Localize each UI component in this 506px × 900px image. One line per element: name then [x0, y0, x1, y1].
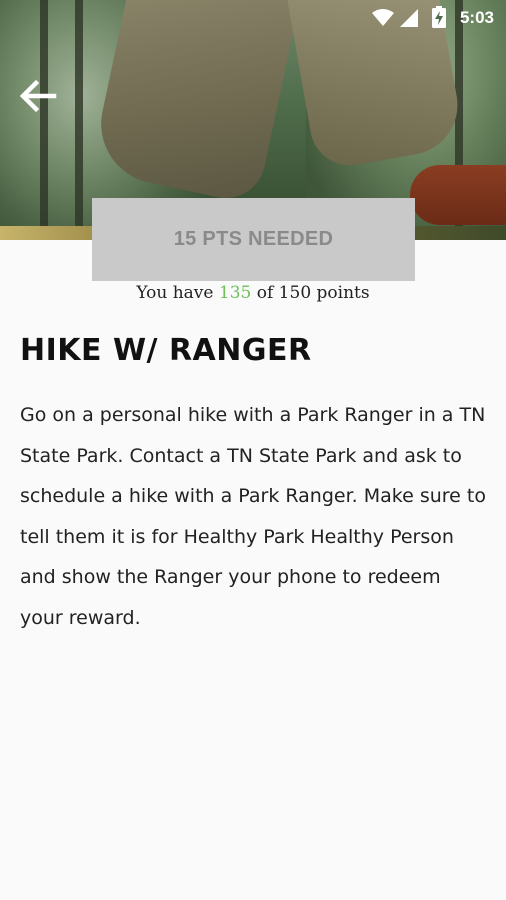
- reward-description: Go on a personal hike with a Park Ranger…: [20, 404, 486, 629]
- status-time: 5:03: [459, 8, 494, 27]
- arrow-left-icon: [19, 79, 57, 113]
- hero-tree-trunk: [75, 0, 83, 240]
- wifi-icon: [372, 9, 394, 26]
- points-prefix: You have: [136, 283, 214, 303]
- hero-tree-trunk: [40, 0, 48, 240]
- points-total: of 150 points: [256, 283, 370, 303]
- signal-icon: [400, 9, 418, 27]
- hero-hiker-boot: [410, 165, 506, 225]
- points-summary: You have 135 of 150 points: [0, 283, 506, 303]
- points-needed-button[interactable]: 15 PTS NEEDED: [92, 198, 415, 281]
- reward-title: HIKE W/ RANGER: [20, 333, 312, 368]
- points-have-value: 135: [218, 283, 252, 303]
- back-button[interactable]: [18, 78, 58, 114]
- status-bar: 5:03: [0, 0, 506, 34]
- battery-charging-icon: [432, 6, 446, 28]
